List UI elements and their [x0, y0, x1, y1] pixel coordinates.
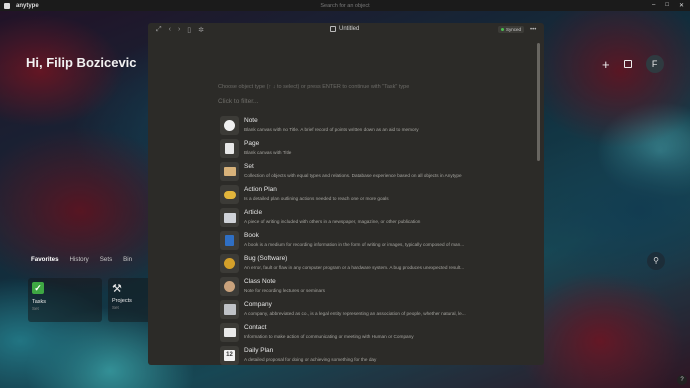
- folder-icon: [220, 162, 239, 181]
- type-item[interactable]: Note Blank canvas with no Title. A brief …: [220, 114, 480, 137]
- close-button[interactable]: ✕: [679, 2, 684, 9]
- contact-card-icon: [220, 323, 239, 342]
- popup-title-text: Untitled: [339, 26, 360, 32]
- type-item[interactable]: Action Plan Is a detailed plan outlining …: [220, 183, 480, 206]
- type-name: Daily Plan: [244, 347, 274, 354]
- calendar-icon: 12: [220, 346, 239, 365]
- popup-title[interactable]: Untitled: [330, 26, 359, 32]
- type-item[interactable]: Page Blank canvas with Title: [220, 137, 480, 160]
- type-name: Page: [244, 140, 260, 147]
- tab-history[interactable]: History: [70, 256, 89, 263]
- icon-shape: [223, 212, 236, 223]
- window-controls: – □ ✕: [652, 2, 684, 9]
- type-description: A company, abbreviated as co., is a lega…: [244, 311, 466, 316]
- type-description: Information to make action of communicat…: [244, 334, 414, 339]
- type-item[interactable]: Contact Information to make action of com…: [220, 321, 480, 344]
- icon-shape: [225, 235, 234, 246]
- type-item[interactable]: Bug (Software) An error, fault or flaw in…: [220, 252, 480, 275]
- search-button[interactable]: ⚲: [647, 252, 665, 270]
- help-button[interactable]: ?: [677, 375, 687, 385]
- more-options-button[interactable]: •••: [530, 27, 536, 33]
- type-description: A book is a medium for recording informa…: [244, 242, 465, 247]
- tab-sets[interactable]: Sets: [100, 256, 112, 263]
- greeting: Hi, Filip Bozicevic: [26, 55, 137, 70]
- store-icon[interactable]: [623, 60, 632, 68]
- icon-shape: [223, 304, 236, 315]
- maximize-button[interactable]: □: [665, 2, 669, 9]
- type-hint: Choose object type (↑ ↓ to select) or pr…: [218, 84, 410, 90]
- student-icon: [220, 277, 239, 296]
- type-name: Contact: [244, 324, 267, 331]
- type-description: Blank canvas with no Title. A brief reco…: [244, 127, 419, 132]
- type-description: Collection of objects with equal types a…: [244, 173, 462, 178]
- page-icon: [220, 139, 239, 158]
- card-subtitle: Set: [32, 306, 39, 311]
- sync-dot-icon: [501, 28, 504, 31]
- scrollbar[interactable]: [537, 43, 540, 161]
- bug-icon: [220, 254, 239, 273]
- tab-favorites[interactable]: Favorites: [31, 256, 59, 263]
- favorite-card-tasks[interactable]: ✓ Tasks Set: [28, 278, 102, 322]
- expand-icon[interactable]: ⤢: [156, 26, 162, 34]
- type-description: A detailed proposal for doing or achievi…: [244, 357, 377, 362]
- type-name: Article: [244, 209, 263, 216]
- type-name: Bug (Software): [244, 255, 288, 262]
- type-description: An error, fault or flaw in any computer …: [244, 265, 465, 270]
- add-object-button[interactable]: +: [602, 57, 610, 72]
- popup-header: ⤢ ‹ › ▯ ✲ Untitled Synced •••: [148, 23, 544, 37]
- type-item[interactable]: Book A book is a medium for recording inf…: [220, 229, 480, 252]
- title-bar: anytype Search for an object – □ ✕: [0, 0, 690, 11]
- type-list: Note Blank canvas with no Title. A brief …: [220, 114, 480, 365]
- avatar[interactable]: F: [645, 55, 664, 73]
- icon-shape: [223, 190, 236, 199]
- object-popup: ⤢ ‹ › ▯ ✲ Untitled Synced ••• Choose obj…: [148, 23, 544, 365]
- book-icon: [220, 231, 239, 250]
- popup-nav: ⤢ ‹ › ▯ ✲: [156, 26, 204, 34]
- type-description: Blank canvas with Title: [244, 150, 292, 155]
- newspaper-icon: [220, 208, 239, 227]
- type-item[interactable]: Company A company, abbreviated as co., is…: [220, 298, 480, 321]
- icon-shape: 12: [224, 350, 235, 361]
- icon-shape: [225, 143, 234, 154]
- checkbox-icon: [330, 26, 336, 32]
- card-title: Tasks: [32, 299, 47, 305]
- type-description: A piece of writing included with others …: [244, 219, 421, 224]
- icon-shape: [224, 281, 235, 292]
- type-item[interactable]: 12 Daily Plan A detailed proposal for doin…: [220, 344, 480, 365]
- icon-shape: [224, 120, 235, 131]
- dashboard-actions: + F: [602, 55, 664, 73]
- handshake-icon: [220, 185, 239, 204]
- graph-icon[interactable]: ✲: [198, 26, 204, 34]
- tab-bin[interactable]: Bin: [123, 256, 132, 263]
- type-item[interactable]: Article A piece of writing included with …: [220, 206, 480, 229]
- icon-shape: [223, 328, 236, 337]
- filter-input[interactable]: Click to filter...: [218, 98, 258, 105]
- type-name: Book: [244, 232, 259, 239]
- sync-label: Synced: [506, 27, 522, 32]
- checkmark-icon: ✓: [32, 282, 44, 294]
- type-name: Note: [244, 117, 258, 124]
- note-icon: [220, 116, 239, 135]
- type-name: Company: [244, 301, 272, 308]
- type-name: Class Note: [244, 278, 276, 285]
- icon-shape: [224, 258, 235, 269]
- global-search[interactable]: Search for an object: [0, 3, 690, 9]
- icon-shape: [223, 167, 236, 176]
- type-description: Is a detailed plan outlining actions nee…: [244, 196, 389, 201]
- building-icon: [220, 300, 239, 319]
- type-item[interactable]: Class Note Note for recording lectures or…: [220, 275, 480, 298]
- sidebar-toggle-icon[interactable]: ▯: [187, 26, 191, 34]
- popup-status: Synced •••: [498, 26, 536, 33]
- type-item[interactable]: Set Collection of objects with equal type…: [220, 160, 480, 183]
- type-name: Set: [244, 163, 254, 170]
- sync-status-badge[interactable]: Synced: [498, 26, 525, 33]
- type-description: Note for recording lectures or seminars: [244, 288, 326, 293]
- minimize-button[interactable]: –: [652, 2, 655, 9]
- back-arrow-icon[interactable]: ‹: [169, 26, 171, 34]
- dashboard-tabs: Favorites History Sets Bin: [31, 256, 132, 263]
- forward-arrow-icon[interactable]: ›: [178, 26, 180, 34]
- type-name: Action Plan: [244, 186, 277, 193]
